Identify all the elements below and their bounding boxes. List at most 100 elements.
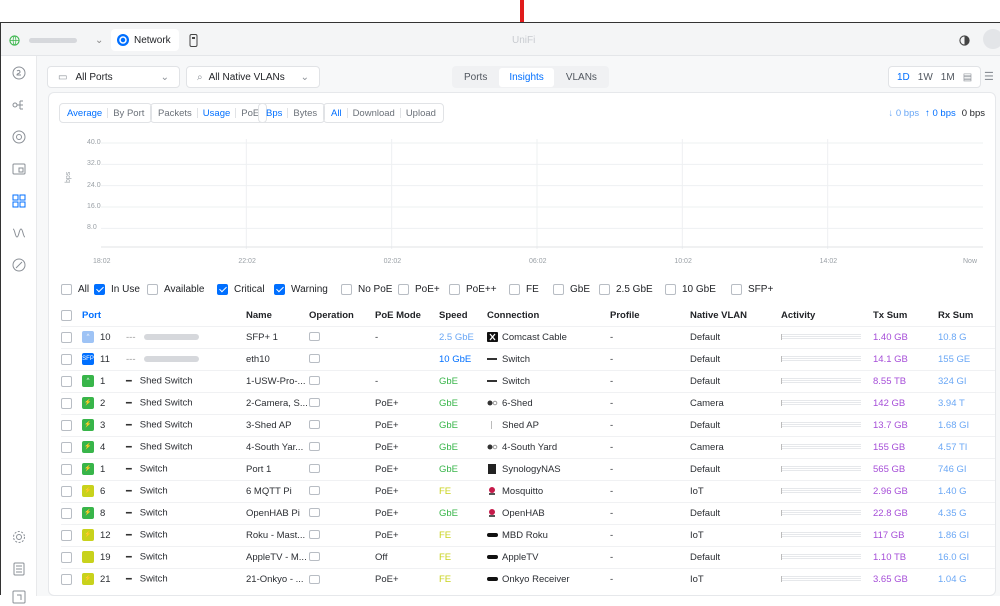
operation-icon[interactable]	[309, 420, 320, 430]
settings-icon[interactable]	[10, 528, 28, 546]
checkbox[interactable]	[341, 284, 352, 295]
theme-toggle-icon[interactable]	[959, 31, 970, 49]
column-header[interactable]: Port	[61, 305, 246, 326]
topology-icon[interactable]	[10, 96, 28, 114]
row-checkbox[interactable]	[61, 463, 72, 475]
dashboard-icon[interactable]	[10, 64, 28, 82]
checkbox[interactable]	[509, 284, 520, 295]
ports-filter-dropdown[interactable]: ▭ All Ports ⌄	[47, 66, 180, 88]
filter-fe[interactable]: FE	[509, 284, 539, 295]
column-header[interactable]: Operation	[309, 305, 375, 326]
connection-name[interactable]: Comcast Cable	[502, 332, 567, 343]
row-checkbox[interactable]	[61, 397, 72, 409]
column-header[interactable]: Profile	[610, 305, 690, 326]
table-row[interactable]: ^ 10 --- SFP+ 1-2.5 GbE Comcast Cable - Defaul…	[61, 325, 995, 348]
checkbox[interactable]	[599, 284, 610, 295]
tab-vlans[interactable]: VLANs	[556, 68, 607, 87]
range-1d[interactable]: 1D	[893, 72, 914, 83]
filter-in-use[interactable]: In Use	[94, 284, 140, 295]
table-row[interactable]: ⚡ 4 ━ Shed Switch 4-South Yar... PoE+ GbE 4-Sou…	[61, 435, 995, 458]
table-row[interactable]: ⚡ 1 ━ Switch Port 1 PoE+ GbE SynologyNAS - Defaul…	[61, 457, 995, 480]
filter-poe-[interactable]: PoE++	[449, 284, 497, 295]
column-settings-icon[interactable]: ☰	[984, 70, 994, 83]
connection-name[interactable]: AppleTV	[502, 552, 538, 563]
table-row[interactable]: ⚡ 6 ━ Switch 6 MQTT Pi PoE+ FE Mosquitto - IoT 2.9…	[61, 479, 995, 502]
checkbox[interactable]	[147, 284, 158, 295]
operation-icon[interactable]	[309, 332, 320, 342]
filter-10-gbe[interactable]: 10 GbE	[665, 284, 716, 295]
checkbox[interactable]	[665, 284, 676, 295]
filter-available[interactable]: Available	[147, 284, 204, 295]
opt-average[interactable]: Average	[64, 108, 105, 119]
operation-icon[interactable]	[309, 376, 320, 386]
filter-poe-[interactable]: PoE+	[398, 284, 440, 295]
support-icon[interactable]	[10, 588, 28, 606]
column-header[interactable]: Native VLAN	[690, 305, 781, 326]
column-header[interactable]: Tx Sum	[873, 305, 938, 326]
chevron-down-icon[interactable]: ⌄	[95, 31, 103, 49]
operation-icon[interactable]	[309, 508, 320, 518]
connection-name[interactable]: Switch	[502, 376, 530, 387]
checkbox[interactable]	[449, 284, 460, 295]
vlan-filter-dropdown[interactable]: ⌕ All Native VLANs ⌄	[186, 66, 320, 88]
table-row[interactable]: 19 ━ Switch AppleTV - M... Off FE AppleTV - Defa…	[61, 545, 995, 568]
tab-ports[interactable]: Ports	[454, 68, 497, 87]
connection-name[interactable]: Switch	[502, 354, 530, 365]
protect-icon[interactable]	[10, 256, 28, 274]
devices-icon[interactable]	[10, 128, 28, 146]
checkbox[interactable]	[61, 284, 72, 295]
row-checkbox[interactable]	[61, 573, 72, 585]
opt-download[interactable]: Download	[350, 108, 398, 119]
ports-icon[interactable]	[10, 192, 28, 210]
checkbox[interactable]	[274, 284, 285, 295]
column-header[interactable]: Activity	[781, 305, 873, 326]
connection-name[interactable]: MBD Roku	[502, 530, 548, 541]
row-checkbox[interactable]	[61, 419, 72, 431]
row-checkbox[interactable]	[61, 331, 72, 343]
filter-sfp-[interactable]: SFP+	[731, 284, 773, 295]
operation-icon[interactable]	[309, 354, 320, 364]
row-checkbox[interactable]	[61, 551, 72, 563]
calendar-icon[interactable]: ▤	[959, 72, 976, 83]
filter-gbe[interactable]: GbE	[553, 284, 590, 295]
select-all-checkbox[interactable]	[61, 309, 72, 321]
notes-icon[interactable]	[10, 560, 28, 578]
operation-icon[interactable]	[309, 552, 320, 562]
opt-packets[interactable]: Packets	[155, 108, 195, 119]
opt-bps[interactable]: Bps	[263, 108, 285, 119]
site-selector[interactable]	[29, 31, 79, 49]
opt-all[interactable]: All	[328, 108, 345, 119]
filter-critical[interactable]: Critical	[217, 284, 265, 295]
range-1m[interactable]: 1M	[937, 72, 959, 83]
connection-name[interactable]: 4-South Yard	[502, 442, 557, 453]
avatar[interactable]	[983, 29, 1000, 49]
checkbox[interactable]	[731, 284, 742, 295]
operation-icon[interactable]	[309, 398, 320, 408]
row-checkbox[interactable]	[61, 529, 72, 541]
network-app-tab[interactable]: Network	[111, 29, 179, 51]
clients-icon[interactable]	[10, 160, 28, 178]
filter-no-poe[interactable]: No PoE	[341, 284, 392, 295]
connection-name[interactable]: Shed AP	[502, 420, 539, 431]
column-header[interactable]: Connection	[487, 305, 610, 326]
table-row[interactable]: ⚡ 21 ━ Switch 21-Onkyo - ... PoE+ FE Onkyo Rece…	[61, 567, 995, 590]
checkbox[interactable]	[94, 284, 105, 295]
checkbox[interactable]	[217, 284, 228, 295]
operation-icon[interactable]	[309, 464, 320, 474]
row-checkbox[interactable]	[61, 507, 72, 519]
connection-name[interactable]: 6-Shed	[502, 398, 533, 409]
table-row[interactable]: ⚡ 8 ━ Switch OpenHAB Pi PoE+ GbE OpenHAB - Defaul…	[61, 501, 995, 524]
column-header[interactable]: Rx Sum	[938, 305, 995, 326]
connection-name[interactable]: Onkyo Receiver	[502, 574, 570, 585]
table-row[interactable]: ⚡ 12 ━ Switch Roku - Mast... PoE+ FE MBD Roku - I…	[61, 523, 995, 546]
row-checkbox[interactable]	[61, 375, 72, 387]
globe-icon[interactable]	[9, 31, 20, 49]
insights-icon[interactable]	[10, 224, 28, 242]
column-header[interactable]: PoE Mode	[375, 305, 439, 326]
table-row[interactable]: SFP 11 --- eth10 10 GbE Switch - Default 14.1 GB…	[61, 347, 995, 370]
column-header[interactable]: Name	[246, 305, 309, 326]
table-row[interactable]: ^ 1 ━ Shed Switch 1-USW-Pro-... - GbE Switch - De…	[61, 369, 995, 392]
filter-warning[interactable]: Warning	[274, 284, 328, 295]
row-checkbox[interactable]	[61, 353, 72, 365]
operation-icon[interactable]	[309, 486, 320, 496]
